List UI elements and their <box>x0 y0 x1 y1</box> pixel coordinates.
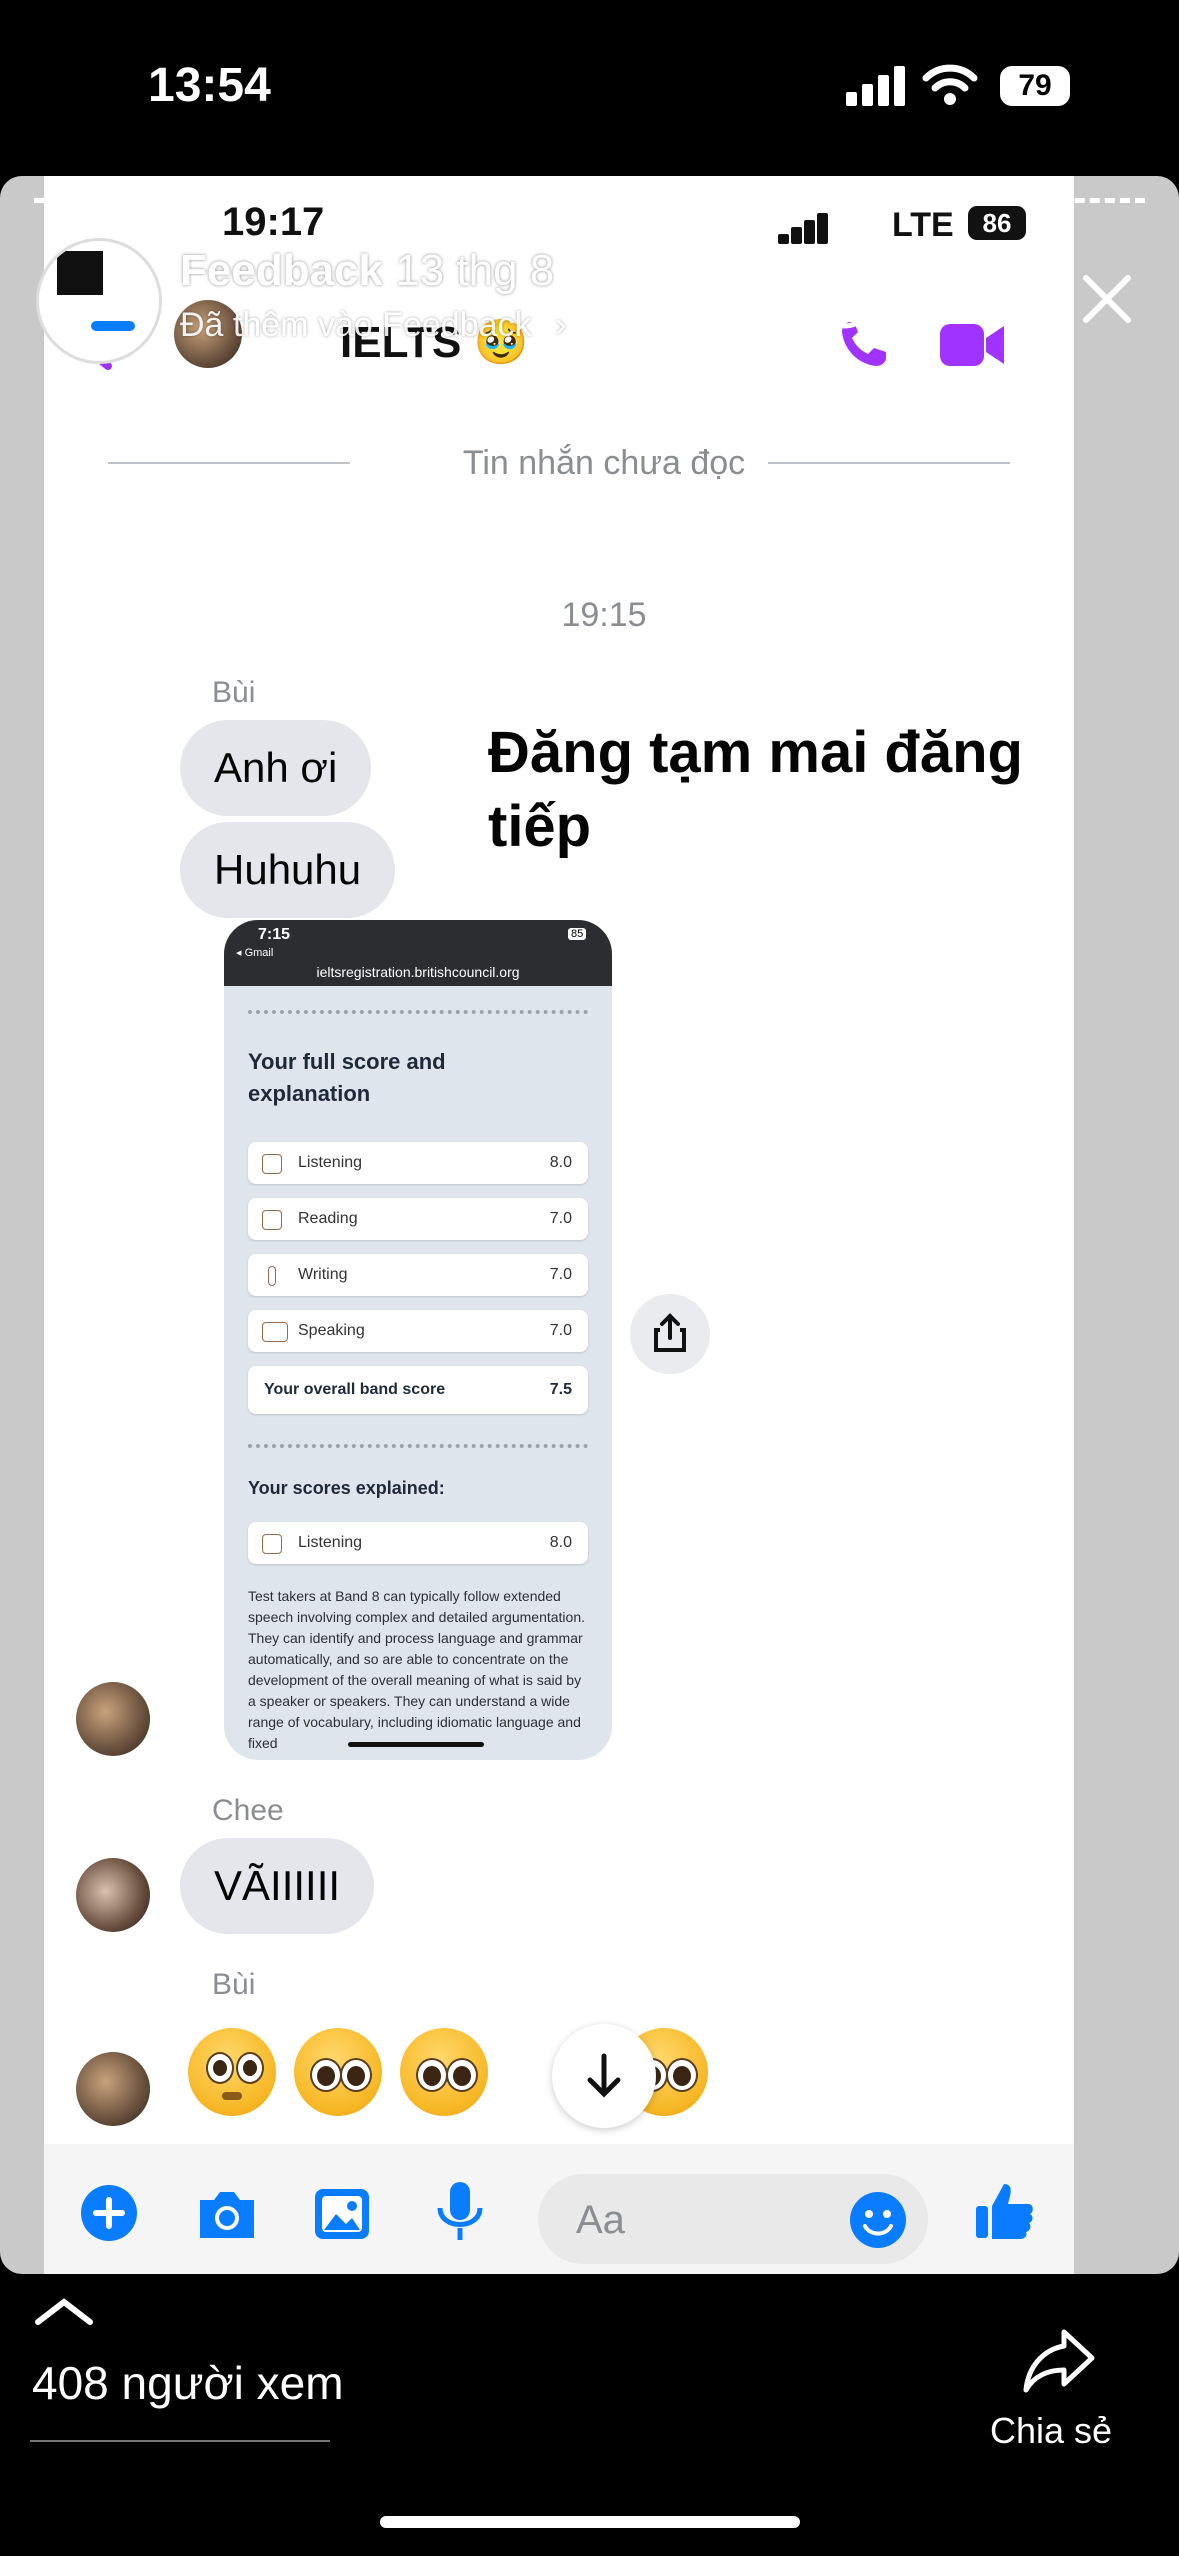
video-call-icon[interactable] <box>936 318 1008 372</box>
device-clock: 13:54 <box>148 59 271 112</box>
book-icon <box>262 1210 282 1230</box>
score-value: 7.0 <box>549 1210 572 1227</box>
emoji-icon[interactable] <box>848 2190 908 2250</box>
score-value: 7.0 <box>549 1266 572 1283</box>
share-icon <box>654 1313 686 1352</box>
pencil-icon <box>268 1266 276 1286</box>
message-bubble[interactable]: VÃIIIIII <box>180 1838 375 1934</box>
story-card[interactable]: 19:17 LTE 86 IELTS 🥹 Tin nhắn chưa đọc 1… <box>0 176 1179 2274</box>
sender-name: Bùi <box>212 676 256 709</box>
chevron-right-icon: › <box>554 306 567 344</box>
add-to-story-icon[interactable] <box>808 260 880 332</box>
sender-avatar[interactable] <box>76 2052 150 2126</box>
share-arrow-icon[interactable] <box>1020 2326 1098 2396</box>
sender-avatar[interactable] <box>76 1858 150 1932</box>
explained-row: Listening 8.0 <box>248 1522 588 1564</box>
story-text-overlay: Đăng tạm mai đăng tiếp <box>488 720 1023 859</box>
score-value: 8.0 <box>549 1154 572 1171</box>
flushed-emoji[interactable] <box>188 2028 276 2116</box>
pleading-face-emoji[interactable] <box>294 2028 382 2116</box>
gallery-icon[interactable] <box>312 2186 372 2242</box>
inner-battery-icon: 86 <box>968 206 1026 240</box>
share-label[interactable]: Chia sẻ <box>990 2410 1112 2452</box>
screenshot-time: 7:15 <box>258 926 291 943</box>
sender-name: Bùi <box>212 1968 256 2001</box>
divider-right <box>768 462 1010 464</box>
screenshot-battery: 85 <box>568 928 587 940</box>
score-heading: Your full score and explanation <box>248 1049 446 1106</box>
cellular-signal-icon <box>846 64 906 106</box>
overall-label: Your overall band score <box>264 1381 446 1398</box>
battery-icon: 79 <box>1000 66 1070 106</box>
story-subtitle-text: Đã thêm vào Feedback <box>180 306 532 344</box>
score-label: Listening <box>298 1534 363 1551</box>
camera-icon[interactable] <box>194 2186 260 2242</box>
message-timestamp: 19:15 <box>561 596 647 634</box>
score-row: Reading 7.0 <box>248 1198 588 1240</box>
plus-circle-icon[interactable] <box>80 2184 138 2242</box>
inner-network-label: LTE <box>892 206 954 244</box>
share-image-button[interactable] <box>630 1294 710 1374</box>
pleading-face-emoji[interactable] <box>400 2028 488 2116</box>
screenshot-browser-bar: 7:15 ◂ Gmail 85 ieltsregistration.britis… <box>224 920 612 986</box>
score-label: Writing <box>298 1266 348 1283</box>
unread-divider-label: Tin nhắn chưa đọc <box>462 444 746 482</box>
score-label: Listening <box>298 1154 363 1171</box>
messenger-screen: 19:17 LTE 86 IELTS 🥹 Tin nhắn chưa đọc 1… <box>44 176 1074 2274</box>
story-date: 13 thg 8 <box>395 246 555 295</box>
wifi-icon <box>922 64 978 105</box>
arrow-down-icon <box>587 2053 621 2098</box>
scroll-to-bottom-button[interactable] <box>552 2024 656 2128</box>
microphone-icon[interactable] <box>434 2180 486 2244</box>
home-indicator <box>348 1742 484 1747</box>
overall-value: 7.5 <box>549 1381 572 1398</box>
home-indicator[interactable] <box>380 2516 800 2528</box>
inner-clock: 19:17 <box>222 200 325 244</box>
sender-avatar[interactable] <box>76 1682 150 1756</box>
explanation-paragraph: Test takers at Band 8 can typically foll… <box>248 1588 585 1751</box>
dotted-separator <box>248 1010 588 1014</box>
close-icon[interactable] <box>1080 272 1134 326</box>
message-input-placeholder: Aa <box>576 2198 625 2242</box>
ear-icon <box>262 1534 282 1554</box>
more-options-icon[interactable] <box>940 288 1010 304</box>
story-progress-bar <box>34 198 1145 203</box>
inner-signal-icon <box>778 212 828 244</box>
story-thumbnail[interactable] <box>36 238 162 364</box>
score-row: Speaking 7.0 <box>248 1310 588 1352</box>
dotted-separator <box>248 1444 588 1448</box>
message-bubble[interactable]: Huhuhu <box>180 822 396 918</box>
thumbs-up-icon[interactable] <box>972 2178 1038 2244</box>
story-title-name: Feedback <box>180 246 383 295</box>
message-input[interactable]: Aa <box>538 2174 928 2264</box>
composer-bar: Aa <box>44 2144 1074 2274</box>
chevron-up-icon[interactable] <box>34 2296 94 2326</box>
score-label: Reading <box>298 1210 358 1227</box>
shared-image[interactable]: 7:15 ◂ Gmail 85 ieltsregistration.britis… <box>224 920 612 1760</box>
viewer-count[interactable]: 408 người xem <box>32 2356 344 2410</box>
score-row: Listening 8.0 <box>248 1142 588 1184</box>
screenshot-url: ieltsregistration.britishcouncil.org <box>316 964 520 980</box>
divider-left <box>108 462 350 464</box>
message-bubble[interactable]: Anh ơi <box>180 720 372 816</box>
screenshot-back-link: ◂ Gmail <box>236 947 274 959</box>
score-value: 7.0 <box>549 1322 572 1339</box>
explained-heading: Your scores explained: <box>248 1478 445 1498</box>
story-subtitle[interactable]: Đã thêm vào Feedback › <box>180 306 566 345</box>
score-row: Writing 7.0 <box>248 1254 588 1296</box>
story-title: Feedback 13 thg 8 <box>180 246 554 296</box>
overall-score-row: Your overall band score 7.5 <box>248 1366 588 1414</box>
sender-name: Chee <box>212 1794 284 1827</box>
score-label: Speaking <box>298 1322 365 1339</box>
score-value: 8.0 <box>549 1534 572 1551</box>
viewer-underline <box>30 2440 330 2442</box>
speech-bubble-icon <box>262 1322 288 1342</box>
ear-icon <box>262 1154 282 1174</box>
